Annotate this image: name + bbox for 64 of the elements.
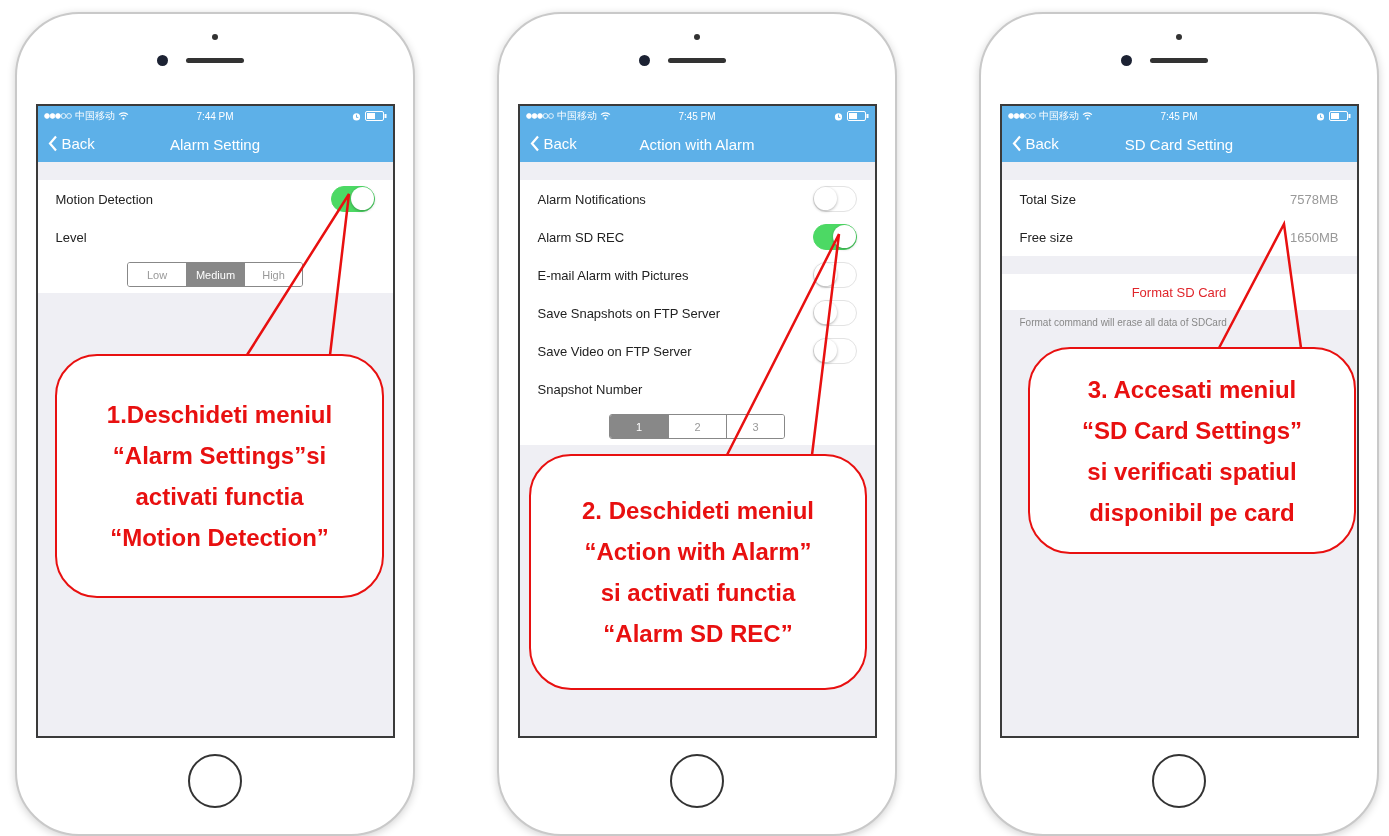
alarm-icon — [351, 111, 361, 121]
setting-label: Alarm Notifications — [537, 191, 646, 207]
toggle-switch[interactable] — [812, 300, 857, 326]
battery-icon — [1328, 111, 1351, 121]
speaker-slot — [185, 58, 244, 63]
wifi-icon — [117, 112, 129, 120]
battery-icon — [364, 111, 387, 121]
setting-label: Save Video on FTP Server — [537, 343, 692, 359]
screen-title: SD Card Setting — [1124, 135, 1234, 153]
setting-label: Snapshot Number — [537, 381, 643, 397]
toggle-switch[interactable] — [812, 224, 857, 250]
carrier-name: 中国移动 — [556, 109, 597, 123]
home-button[interactable] — [1152, 754, 1206, 808]
chevron-left-icon — [47, 135, 58, 152]
speaker-slot — [667, 58, 726, 63]
speaker-slot — [1149, 58, 1208, 63]
setting-label: Alarm SD REC — [537, 229, 625, 245]
callout-text: 1.Deschideti meniul “Alarm Settings”si activati functia “Motion Detection” — [106, 400, 333, 553]
toggle-switch[interactable] — [812, 186, 857, 212]
segment-option[interactable]: 3 — [726, 415, 784, 438]
home-button[interactable] — [670, 754, 724, 808]
setting-label: Level — [55, 229, 87, 245]
carrier-name: 中国移动 — [74, 109, 115, 123]
alarm-icon — [1315, 111, 1325, 121]
segment-option[interactable]: Medium — [186, 263, 244, 286]
screen-title: Action with Alarm — [639, 135, 755, 153]
setting-label: E-mail Alarm with Pictures — [537, 267, 689, 283]
setting-label: Total Size — [1019, 191, 1076, 207]
camera-lens — [1120, 55, 1132, 66]
sensor-dot — [212, 34, 218, 40]
callout-text: 2. Deschideti meniul “Action with Alarm” si activati functia “Alarm SD REC” — [581, 496, 815, 649]
chevron-left-icon — [1011, 135, 1022, 152]
status-time: 7:45 PM — [1160, 110, 1198, 122]
status-time: 7:45 PM — [678, 110, 716, 122]
toggle-switch[interactable] — [812, 338, 857, 364]
toggle-switch[interactable] — [330, 186, 375, 212]
back-button[interactable]: Back — [45, 133, 97, 154]
signal-icon — [43, 113, 72, 119]
signal-icon — [525, 113, 554, 119]
callout-text: 3. Accesati meniul “SD Card Settings” si verificati spatiul disponibil pe card — [1082, 374, 1302, 528]
camera-lens — [156, 55, 168, 66]
setting-label: Free size — [1019, 229, 1073, 245]
setting-value: 1650MB — [1290, 229, 1339, 245]
carrier-name: 中国移动 — [1038, 109, 1079, 123]
hint-text: Format command will erase all data of SDCard — [1018, 316, 1228, 330]
battery-icon — [846, 111, 869, 121]
home-button[interactable] — [188, 754, 242, 808]
camera-lens — [638, 55, 650, 66]
status-time: 7:44 PM — [196, 110, 234, 122]
wifi-icon — [599, 112, 611, 120]
signal-icon — [1007, 113, 1036, 119]
setting-value: 7578MB — [1290, 191, 1339, 207]
wifi-icon — [1081, 112, 1093, 120]
screen-title: Alarm Setting — [169, 135, 260, 153]
back-button[interactable]: Back — [527, 133, 579, 154]
setting-label: Motion Detection — [55, 191, 154, 207]
chevron-left-icon — [529, 135, 540, 152]
sensor-dot — [1176, 34, 1182, 40]
sensor-dot — [694, 34, 700, 40]
alarm-icon — [833, 111, 843, 121]
back-button[interactable]: Back — [1009, 133, 1061, 154]
setting-label: Save Snapshots on FTP Server — [537, 305, 721, 321]
segment-option[interactable]: 1 — [610, 415, 668, 438]
segment-option[interactable]: High — [244, 263, 302, 286]
